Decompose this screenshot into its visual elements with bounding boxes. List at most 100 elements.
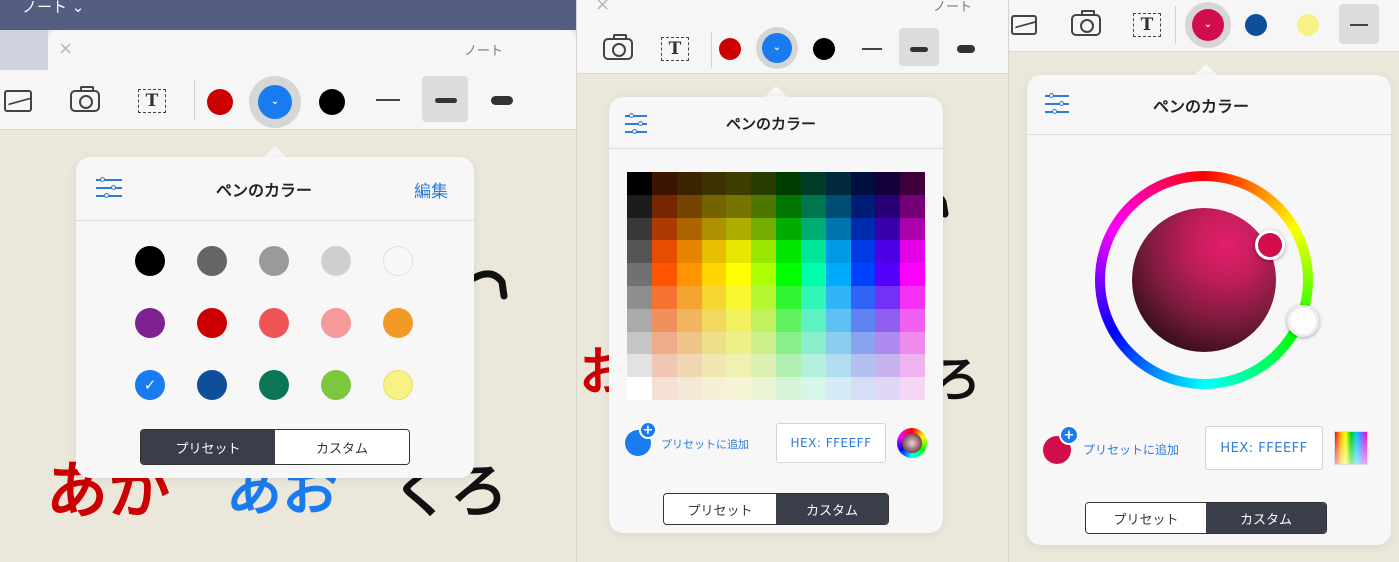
close-icon[interactable]: × xyxy=(595,0,610,14)
swatch-dark-gray[interactable] xyxy=(197,246,227,276)
sliders-icon[interactable] xyxy=(96,177,122,199)
swatch-black[interactable] xyxy=(135,246,165,276)
color-grid-cell[interactable] xyxy=(751,263,776,286)
color-grid-cell[interactable] xyxy=(627,217,652,241)
color-grid-cell[interactable] xyxy=(627,172,652,195)
color-grid-cell[interactable] xyxy=(651,285,677,309)
swatch-navy[interactable] xyxy=(197,370,227,400)
color-grid-cell[interactable] xyxy=(825,308,851,332)
color-grid-cell[interactable] xyxy=(825,354,851,378)
color-grid-cell[interactable] xyxy=(627,331,652,355)
color-grid-cell[interactable] xyxy=(900,240,925,264)
color-grid-cell[interactable] xyxy=(701,217,727,241)
segment-custom[interactable]: カスタム xyxy=(1206,503,1326,533)
color-grid-cell[interactable] xyxy=(825,194,851,218)
red-pen-button[interactable] xyxy=(206,88,234,116)
swatch-gray[interactable] xyxy=(259,246,289,276)
add-preset-icon[interactable]: + xyxy=(639,421,657,439)
color-grid-cell[interactable] xyxy=(651,354,677,378)
color-grid-cell[interactable] xyxy=(800,263,826,286)
color-grid-cell[interactable] xyxy=(850,285,876,309)
color-grid-cell[interactable] xyxy=(751,308,776,332)
color-grid-cell[interactable] xyxy=(751,331,776,355)
color-grid-cell[interactable] xyxy=(651,377,677,400)
color-grid-cell[interactable] xyxy=(875,285,901,309)
color-grid-cell[interactable] xyxy=(900,308,925,332)
yellow-pen-button[interactable] xyxy=(1295,12,1321,38)
color-grid-cell[interactable] xyxy=(875,308,901,332)
color-grid-cell[interactable] xyxy=(875,263,901,286)
color-grid-cell[interactable] xyxy=(776,240,801,264)
color-grid-cell[interactable] xyxy=(726,217,752,241)
color-grid-cell[interactable] xyxy=(800,240,826,264)
sliders-icon[interactable] xyxy=(625,113,651,135)
color-grid-cell[interactable] xyxy=(900,285,925,309)
swatch-yellow[interactable] xyxy=(383,370,413,400)
color-grid-cell[interactable] xyxy=(825,240,851,264)
swatch-pink[interactable] xyxy=(321,308,351,338)
blue-pen-button[interactable]: ⌄ xyxy=(249,76,301,128)
color-grid-cell[interactable] xyxy=(800,217,826,241)
navy-pen-button[interactable] xyxy=(1243,12,1269,38)
color-grid-cell[interactable] xyxy=(800,172,826,195)
color-grid-cell[interactable] xyxy=(701,240,727,264)
color-grid-cell[interactable] xyxy=(651,240,677,264)
color-grid-cell[interactable] xyxy=(776,377,801,400)
color-grid-cell[interactable] xyxy=(627,194,652,218)
color-picker-knob[interactable] xyxy=(1255,230,1285,260)
color-grid-cell[interactable] xyxy=(651,194,677,218)
swatch-purple[interactable] xyxy=(135,308,165,338)
color-grid-cell[interactable] xyxy=(850,377,876,400)
color-grid-cell[interactable] xyxy=(751,217,776,241)
color-grid-cell[interactable] xyxy=(800,354,826,378)
color-grid-cell[interactable] xyxy=(726,172,752,195)
add-preset-label[interactable]: プリセットに追加 xyxy=(661,436,749,452)
saturation-disc[interactable] xyxy=(1132,208,1276,352)
color-grid-cell[interactable] xyxy=(751,194,776,218)
text-box-icon[interactable]: T xyxy=(1131,10,1163,40)
color-grid-cell[interactable] xyxy=(850,263,876,286)
text-box-icon[interactable]: T xyxy=(659,34,691,64)
color-grid-cell[interactable] xyxy=(701,263,727,286)
color-grid-cell[interactable] xyxy=(751,354,776,378)
color-grid-cell[interactable] xyxy=(850,240,876,264)
color-grid-cell[interactable] xyxy=(900,331,925,355)
swatch-light-gray[interactable] xyxy=(321,246,351,276)
color-grid-cell[interactable] xyxy=(701,285,727,309)
swatch-white[interactable] xyxy=(383,246,413,276)
color-grid-cell[interactable] xyxy=(701,194,727,218)
color-grid-cell[interactable] xyxy=(875,331,901,355)
line-thick-button[interactable] xyxy=(953,40,979,58)
swatch-green[interactable] xyxy=(259,370,289,400)
camera-icon[interactable] xyxy=(68,86,102,116)
color-grid-cell[interactable] xyxy=(726,240,752,264)
nav-title[interactable]: ノート ⌄ xyxy=(22,0,84,15)
color-grid-cell[interactable] xyxy=(800,377,826,400)
color-grid-cell[interactable] xyxy=(800,331,826,355)
color-grid-cell[interactable] xyxy=(850,194,876,218)
color-grid[interactable] xyxy=(627,172,925,400)
line-medium-button[interactable] xyxy=(432,90,460,110)
add-preset-label[interactable]: プリセットに追加 xyxy=(1083,441,1179,458)
swatch-red[interactable] xyxy=(197,308,227,338)
close-icon[interactable]: × xyxy=(58,40,73,58)
segment-preset[interactable]: プリセット xyxy=(1086,503,1206,533)
color-grid-cell[interactable] xyxy=(726,263,752,286)
swatch-lime[interactable] xyxy=(321,370,351,400)
color-grid-cell[interactable] xyxy=(676,354,702,378)
text-box-icon[interactable]: T xyxy=(136,86,168,116)
add-preset-icon[interactable]: + xyxy=(1059,425,1079,445)
color-grid-cell[interactable] xyxy=(676,285,702,309)
hue-knob[interactable] xyxy=(1287,305,1319,337)
segment-preset[interactable]: プリセット xyxy=(664,494,776,524)
color-grid-cell[interactable] xyxy=(701,354,727,378)
color-grid-cell[interactable] xyxy=(651,217,677,241)
hex-field[interactable]: HEX: FFEEFF xyxy=(776,423,886,463)
swatch-blue-selected[interactable]: ✓ xyxy=(135,370,165,400)
color-grid-cell[interactable] xyxy=(701,331,727,355)
line-thin-button[interactable] xyxy=(859,40,885,58)
camera-icon[interactable] xyxy=(601,34,635,64)
color-grid-cell[interactable] xyxy=(850,217,876,241)
color-grid-cell[interactable] xyxy=(825,172,851,195)
color-grid-cell[interactable] xyxy=(825,285,851,309)
